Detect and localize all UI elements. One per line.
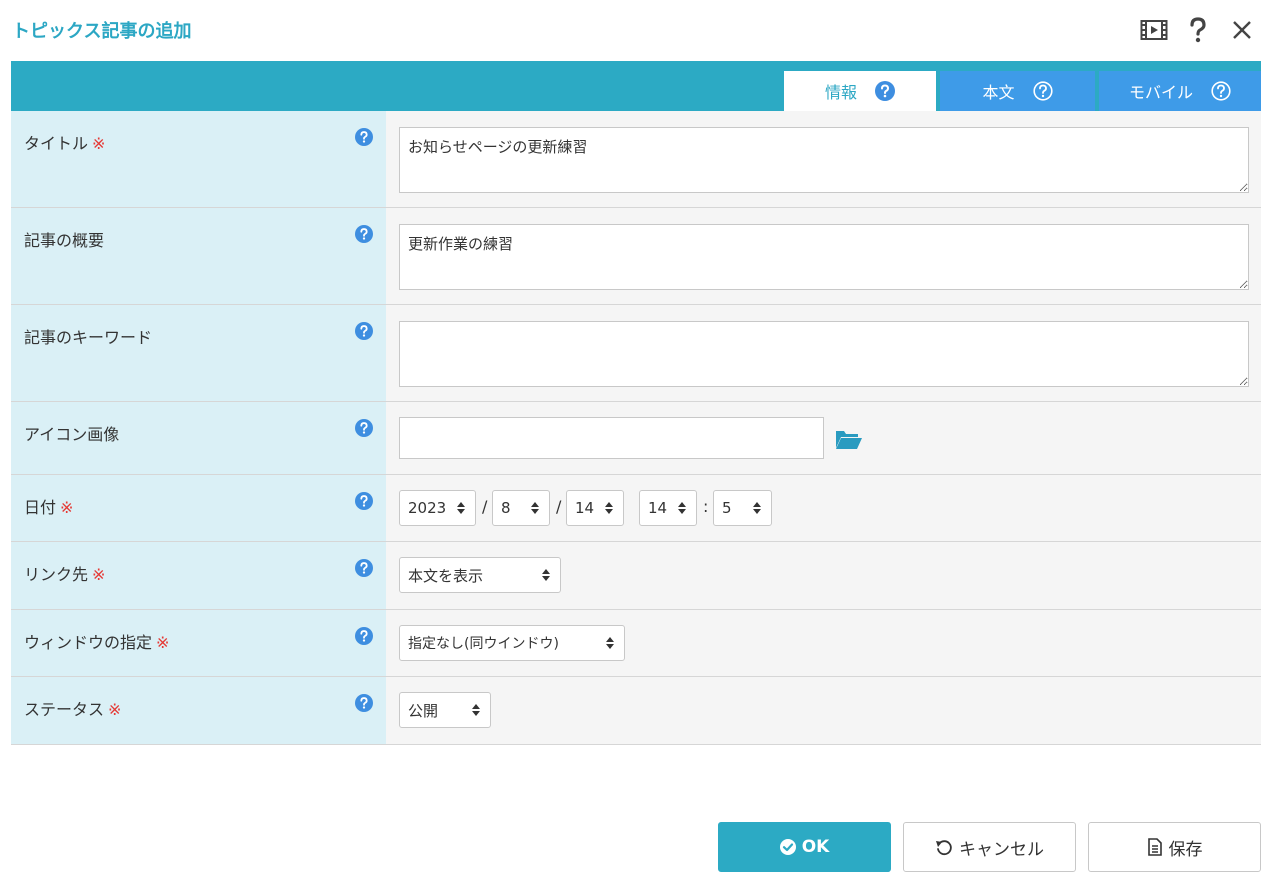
minute-select[interactable]: 5	[713, 490, 772, 526]
row-date: 日付 ※ 2023 / 8 / 14 14 : 5	[11, 475, 1261, 542]
tab-mobile-label: モバイル	[1128, 83, 1193, 102]
sort-arrows-icon	[678, 502, 686, 514]
title-label: タイトル	[24, 134, 89, 153]
tab-info[interactable]: 情報	[784, 71, 936, 111]
required-mark: ※	[60, 498, 74, 517]
window-label: ウィンドウの指定	[24, 633, 153, 652]
hour-value: 14	[648, 499, 668, 517]
question-circle-icon[interactable]	[1032, 81, 1053, 101]
cancel-button[interactable]: キャンセル	[903, 822, 1076, 872]
document-icon	[1147, 838, 1163, 856]
time-separator: :	[703, 497, 709, 516]
undo-icon	[935, 838, 953, 856]
date-label: 日付	[24, 498, 57, 517]
minute-value: 5	[722, 499, 732, 517]
titlebar-icons	[1140, 16, 1256, 44]
sort-arrows-icon	[531, 502, 539, 514]
tab-bar: 情報 本文 モバイル	[11, 61, 1261, 111]
sort-arrows-icon	[753, 502, 761, 514]
question-circle-icon[interactable]	[355, 627, 373, 645]
month-select[interactable]: 8	[492, 490, 550, 526]
folder-open-icon[interactable]	[835, 427, 863, 451]
required-mark: ※	[156, 633, 170, 652]
link-target-select[interactable]: 本文を表示	[399, 557, 561, 593]
tab-body-label: 本文	[982, 83, 1015, 102]
save-label: 保存	[1168, 839, 1203, 860]
sort-arrows-icon	[472, 704, 480, 716]
day-select[interactable]: 14	[566, 490, 624, 526]
row-status: ステータス ※ 公開	[11, 677, 1261, 745]
required-mark: ※	[92, 134, 106, 153]
close-icon[interactable]	[1228, 16, 1256, 44]
sort-arrows-icon	[605, 502, 613, 514]
sort-arrows-icon	[606, 637, 614, 649]
question-circle-icon[interactable]	[355, 492, 373, 510]
status-select[interactable]: 公開	[399, 692, 491, 728]
question-circle-icon[interactable]	[355, 225, 373, 243]
video-icon[interactable]	[1140, 16, 1168, 44]
save-button[interactable]: 保存	[1088, 822, 1261, 872]
sort-arrows-icon	[542, 569, 550, 581]
dialog-title: トピックス記事の追加	[12, 21, 192, 42]
required-mark: ※	[92, 565, 106, 584]
ok-label: OK	[801, 837, 830, 857]
link-target-value: 本文を表示	[408, 566, 484, 585]
required-mark: ※	[108, 700, 122, 719]
question-circle-icon[interactable]	[875, 81, 895, 101]
check-circle-icon	[779, 839, 796, 855]
row-icon-image: アイコン画像	[11, 402, 1261, 475]
window-value: 指定なし(同ウインドウ)	[408, 636, 559, 652]
tab-mobile[interactable]: モバイル	[1099, 71, 1261, 111]
date-separator: /	[556, 497, 562, 516]
question-circle-icon[interactable]	[355, 559, 373, 577]
tab-info-label: 情報	[824, 83, 857, 102]
cancel-label: キャンセル	[959, 839, 1044, 860]
keywords-label: 記事のキーワード	[24, 328, 153, 347]
year-select[interactable]: 2023	[399, 490, 476, 526]
status-value: 公開	[408, 701, 439, 720]
question-circle-icon[interactable]	[1211, 81, 1231, 101]
icon-image-label: アイコン画像	[24, 425, 120, 444]
window-select[interactable]: 指定なし(同ウインドウ)	[399, 625, 625, 661]
question-circle-icon[interactable]	[355, 322, 373, 340]
sort-arrows-icon	[457, 502, 465, 514]
summary-textarea[interactable]: 更新作業の練習	[399, 224, 1249, 290]
dialog-titlebar: トピックス記事の追加	[0, 0, 1272, 60]
row-window: ウィンドウの指定 ※ 指定なし(同ウインドウ)	[11, 610, 1261, 677]
icon-image-input[interactable]	[399, 417, 824, 459]
title-textarea[interactable]: お知らせページの更新練習	[399, 127, 1249, 193]
day-value: 14	[575, 499, 595, 517]
question-circle-icon[interactable]	[355, 419, 373, 437]
article-form: タイトル ※ お知らせページの更新練習 記事の概要 更新作業の練習 記事のキーワー…	[11, 111, 1261, 745]
keywords-textarea[interactable]	[399, 321, 1249, 387]
date-separator: /	[482, 497, 488, 516]
question-circle-icon[interactable]	[355, 694, 373, 712]
help-icon[interactable]	[1184, 16, 1212, 44]
ok-button[interactable]: OK	[718, 822, 891, 872]
question-circle-icon[interactable]	[355, 128, 373, 146]
month-value: 8	[501, 499, 511, 517]
row-link-target: リンク先 ※ 本文を表示	[11, 542, 1261, 610]
summary-label: 記事の概要	[24, 231, 105, 250]
tab-body[interactable]: 本文	[940, 71, 1095, 111]
row-title: タイトル ※ お知らせページの更新練習	[11, 111, 1261, 208]
year-value: 2023	[408, 499, 447, 517]
hour-select[interactable]: 14	[639, 490, 697, 526]
status-label: ステータス	[24, 700, 105, 719]
row-keywords: 記事のキーワード	[11, 305, 1261, 402]
link-target-label: リンク先	[24, 565, 89, 584]
row-summary: 記事の概要 更新作業の練習	[11, 208, 1261, 305]
